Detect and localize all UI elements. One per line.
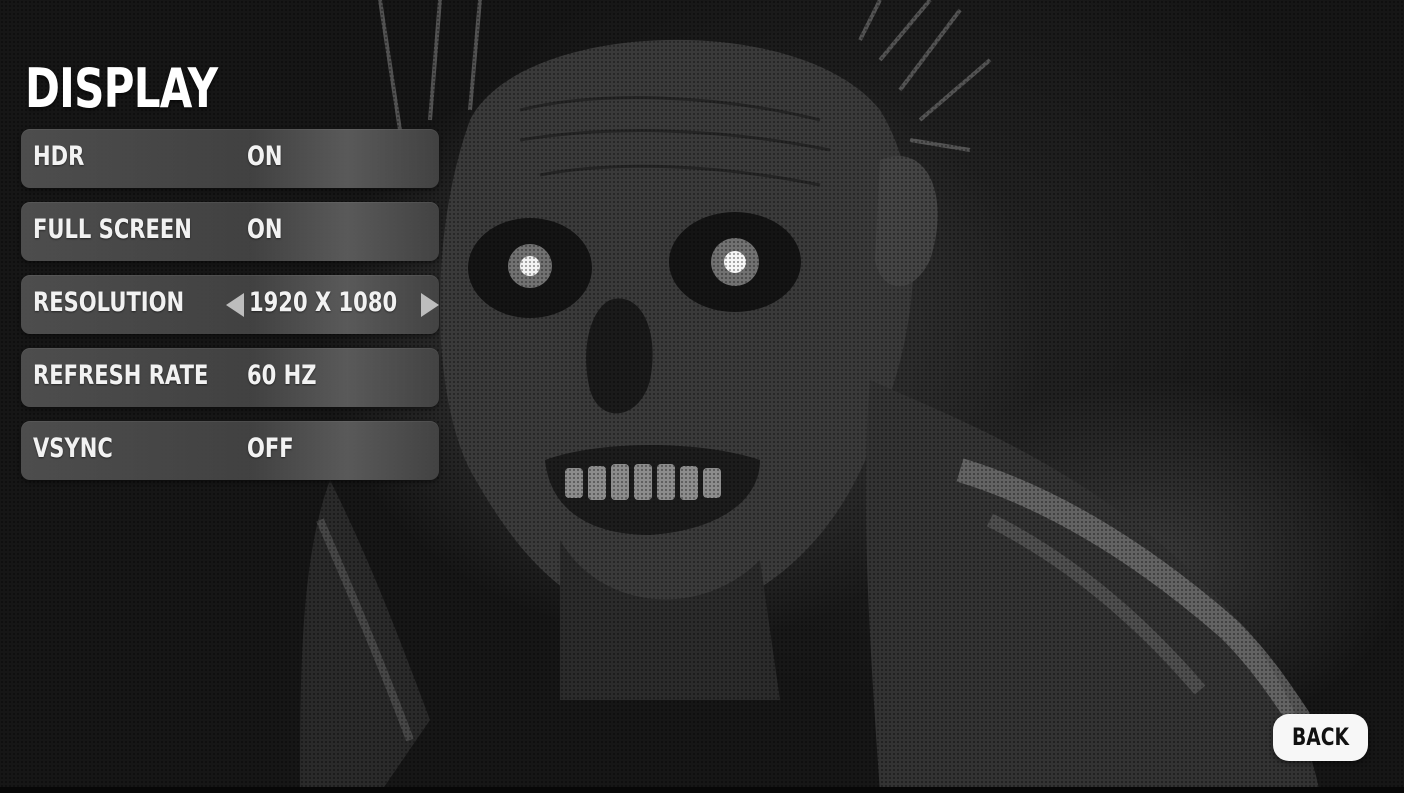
setting-label-hdr: HDR <box>33 141 85 172</box>
setting-row-refresh-rate[interactable]: REFRESH RATE 60 HZ <box>21 348 439 407</box>
setting-row-full-screen[interactable]: FULL SCREEN ON <box>21 202 439 261</box>
setting-value-full-screen[interactable]: ON <box>247 202 283 261</box>
setting-label-refresh-rate: REFRESH RATE <box>33 360 209 391</box>
setting-row-hdr[interactable]: HDR ON <box>21 129 439 188</box>
resolution-next-arrow-icon[interactable] <box>421 293 439 317</box>
page-title: DISPLAY <box>25 57 218 120</box>
setting-row-vsync[interactable]: VSYNC OFF <box>21 421 439 480</box>
setting-label-vsync: VSYNC <box>33 433 113 464</box>
resolution-prev-arrow-icon[interactable] <box>226 293 244 317</box>
bottom-edge-bar <box>0 787 1404 793</box>
display-settings-screen: DISPLAY HDR ON FULL SCREEN ON RESOLUTION… <box>0 0 1404 793</box>
setting-row-resolution[interactable]: RESOLUTION 1920 X 1080 <box>21 275 439 334</box>
back-button-label: BACK <box>1291 723 1349 751</box>
setting-label-resolution: RESOLUTION <box>33 287 185 318</box>
back-button[interactable]: BACK <box>1273 714 1368 761</box>
setting-value-hdr[interactable]: ON <box>247 129 283 188</box>
setting-value-vsync[interactable]: OFF <box>247 421 294 480</box>
setting-value-refresh-rate[interactable]: 60 HZ <box>247 348 317 407</box>
setting-label-full-screen: FULL SCREEN <box>33 214 192 245</box>
settings-list: HDR ON FULL SCREEN ON RESOLUTION 1920 X … <box>21 129 439 494</box>
setting-value-resolution[interactable]: 1920 X 1080 <box>249 275 397 334</box>
